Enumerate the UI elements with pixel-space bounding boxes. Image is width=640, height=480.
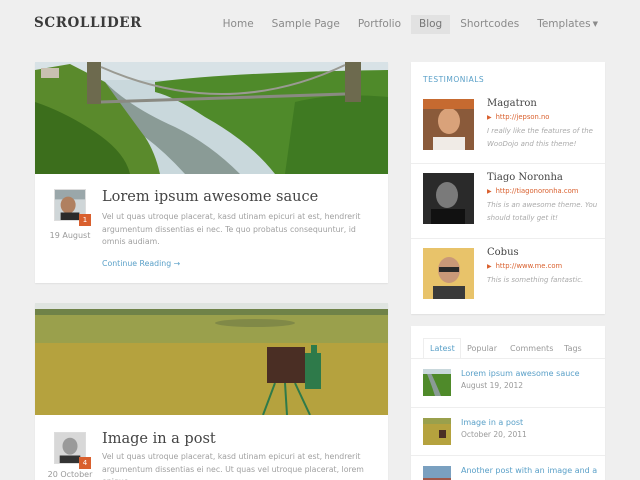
testimonial-name: Magatron (487, 98, 537, 109)
testimonial-item: Cobus ▶ http://www.me.com This is somethi… (411, 238, 605, 313)
post-title[interactable]: Image in a post (102, 431, 216, 447)
blog-post: 1 19 August Lorem ipsum awesome sauce Ve… (35, 62, 388, 283)
tab-bar: Latest Popular Comments Tags (411, 326, 605, 359)
testimonials-widget: TESTIMONIALS Magatron ▶ http://jepson.no … (411, 62, 605, 314)
testimonial-link[interactable]: ▶ http://jepson.no (487, 113, 549, 121)
site-header: SCROLLIDER Home Sample Page Portfolio Bl… (0, 0, 640, 52)
tab-popular[interactable]: Popular (467, 344, 497, 353)
main-nav: Home Sample Page Portfolio Blog Shortcod… (215, 15, 606, 34)
tabs-widget: Latest Popular Comments Tags Lorem ipsum… (411, 326, 605, 480)
chevron-down-icon: ▼ (592, 20, 598, 28)
latest-post-item[interactable]: Lorem ipsum awesome sauce August 19, 201… (411, 359, 605, 407)
testimonial-item: Magatron ▶ http://jepson.no I really like… (411, 90, 605, 165)
latest-post-date: October 20, 2011 (461, 430, 527, 439)
post-date: 20 October (47, 470, 93, 479)
testimonial-link[interactable]: ▶ http://www.me.com (487, 262, 562, 270)
testimonial-link[interactable]: ▶ http://tiagonoronha.com (487, 187, 578, 195)
testimonial-avatar (423, 99, 474, 150)
testimonial-name: Cobus (487, 247, 519, 258)
latest-post-thumbnail (423, 418, 451, 445)
testimonial-avatar (423, 173, 474, 224)
post-excerpt: Vel ut quas utroque placerat, kasd utina… (102, 212, 361, 246)
latest-post-date: August 19, 2012 (461, 381, 524, 390)
nav-item-shortcodes[interactable]: Shortcodes (452, 15, 527, 34)
comment-count-badge[interactable]: 1 (79, 214, 91, 226)
author-avatar[interactable]: 1 (54, 189, 91, 226)
nav-item-portfolio[interactable]: Portfolio (350, 15, 409, 34)
site-logo[interactable]: SCROLLIDER (34, 15, 142, 31)
tab-tags[interactable]: Tags (564, 344, 582, 353)
testimonial-name: Tiago Noronha (487, 172, 563, 183)
comment-count-badge[interactable]: 4 (79, 457, 91, 469)
testimonial-link-label: http://www.me.com (495, 262, 563, 270)
blog-post: 4 20 October Image in a post Vel ut quas… (35, 303, 388, 480)
latest-post-title: Another post with an image and a (461, 466, 598, 475)
post-featured-image[interactable] (35, 303, 388, 415)
post-excerpt: Vel ut quas utroque placerat, kasd utina… (102, 452, 364, 480)
nav-item-blog[interactable]: Blog (411, 15, 451, 34)
arrow-right-icon: ▶ (487, 188, 492, 195)
tab-latest[interactable]: Latest (430, 344, 455, 353)
arrow-right-icon: ▶ (487, 114, 492, 121)
nav-item-templates[interactable]: Templates ▼ (529, 15, 606, 34)
widget-title: TESTIMONIALS (423, 75, 485, 84)
testimonial-quote: I really like the features of the WooDoj… (487, 127, 593, 148)
continue-reading-link[interactable]: Continue Reading → (102, 259, 180, 268)
latest-post-title: Image in a post (461, 418, 524, 427)
latest-post-title: Lorem ipsum awesome sauce (461, 369, 580, 378)
post-title[interactable]: Lorem ipsum awesome sauce (102, 189, 318, 205)
post-featured-image[interactable] (35, 62, 388, 174)
arrow-right-icon: ▶ (487, 263, 492, 270)
testimonial-quote: This is something fantastic. (487, 276, 584, 284)
tab-comments[interactable]: Comments (510, 344, 553, 353)
nav-item-label: Templates (537, 18, 591, 30)
nav-item-home[interactable]: Home (215, 15, 262, 34)
latest-post-thumbnail (423, 369, 451, 396)
testimonial-quote: This is an awesome theme. You should tot… (487, 201, 598, 222)
author-avatar[interactable]: 4 (54, 432, 91, 469)
testimonial-item: Tiago Noronha ▶ http://tiagonoronha.com T… (411, 163, 605, 238)
post-date: 19 August (49, 231, 91, 240)
latest-post-thumbnail (423, 466, 451, 480)
testimonial-link-label: http://tiagonoronha.com (495, 187, 579, 195)
testimonial-link-label: http://jepson.no (495, 113, 550, 121)
testimonial-avatar (423, 248, 474, 299)
latest-post-item[interactable]: Another post with an image and a (411, 455, 605, 480)
latest-post-item[interactable]: Image in a post October 20, 2011 (411, 407, 605, 455)
nav-item-sample-page[interactable]: Sample Page (264, 15, 348, 34)
